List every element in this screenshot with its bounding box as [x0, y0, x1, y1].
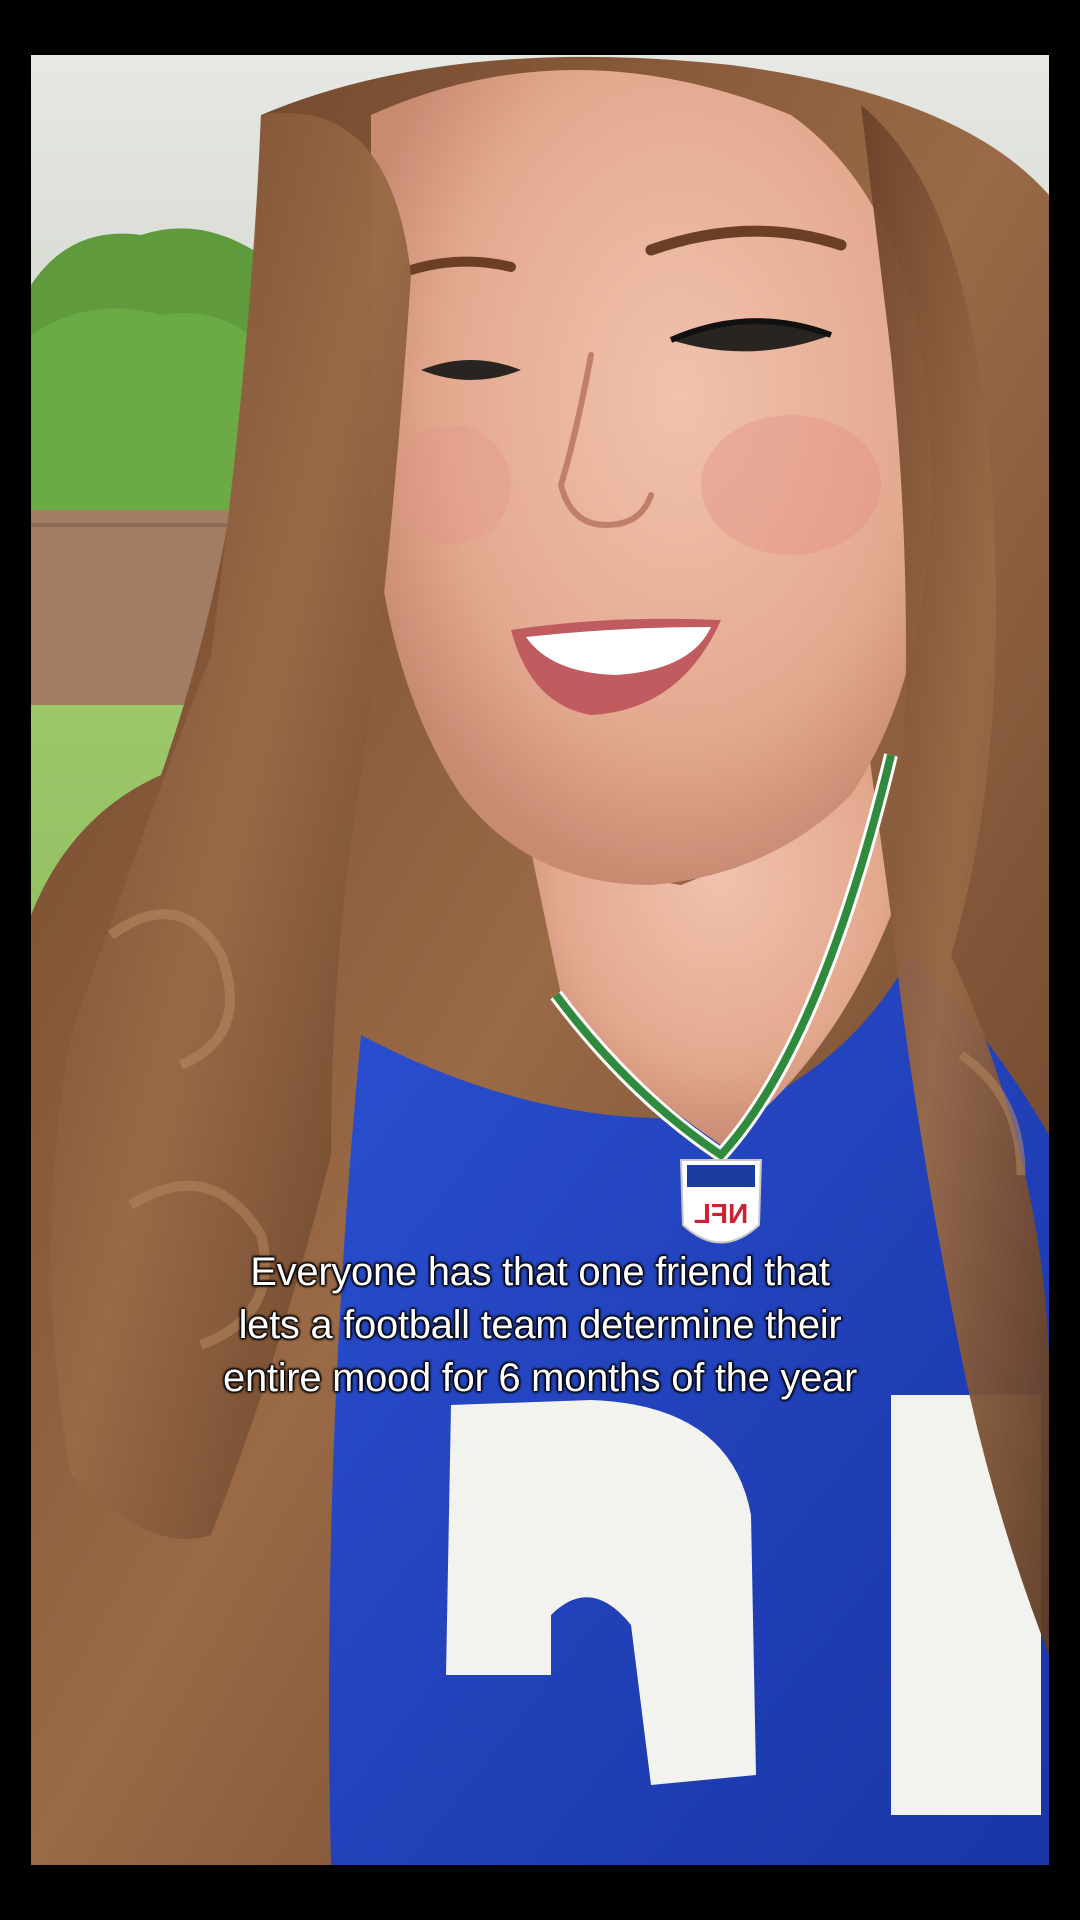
- video-screen: NFL Everyone has that one friend that le…: [0, 0, 1080, 1920]
- jersey-crest: NFL: [679, 1159, 763, 1244]
- caption-line-2: lets a football team determine their: [238, 1303, 842, 1347]
- video-still: NFL: [31, 55, 1049, 1865]
- video-frame[interactable]: NFL: [31, 55, 1049, 1865]
- caption-line-1: Everyone has that one friend that: [250, 1250, 830, 1294]
- svg-text:NFL: NFL: [694, 1198, 748, 1229]
- caption-line-3: entire mood for 6 months of the year: [223, 1356, 857, 1400]
- video-caption: Everyone has that one friend that lets a…: [0, 1246, 1080, 1405]
